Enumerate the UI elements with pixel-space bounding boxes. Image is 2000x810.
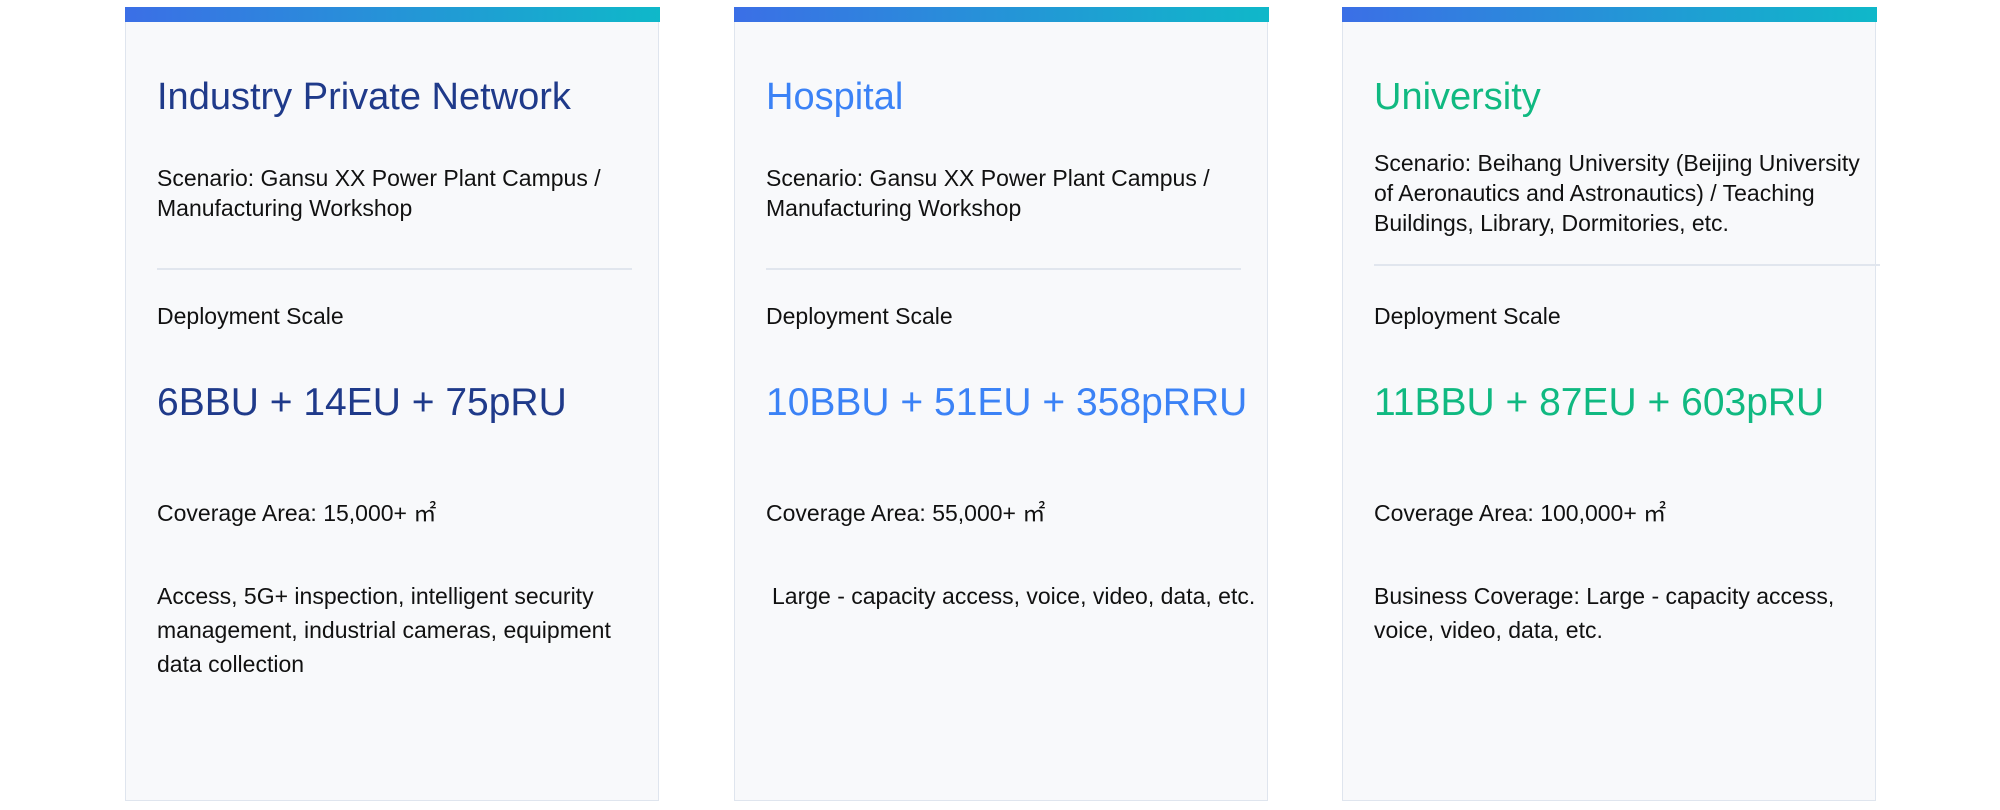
card-accent-bar [124,6,660,22]
coverage-area: Coverage Area: 15,000+ ㎡ [157,500,437,526]
deployment-scale-label: Deployment Scale [157,303,344,329]
services-description: Access, 5G+ inspection, intelligent secu… [157,583,611,677]
case-card-university: University Scenario: Beihang University … [1341,6,1880,801]
card-accent-bar [1341,6,1877,22]
deployment-scale-label: Deployment Scale [766,303,953,329]
case-card-hospital: Hospital Scenario: Gansu XX Power Plant … [733,6,1269,801]
card-scenario: Scenario: Gansu XX Power Plant Campus / … [157,165,601,221]
card-accent-bar [733,6,1269,22]
card-title: University [1374,76,1541,118]
card-scenario: Scenario: Beihang University (Beijing Un… [1374,150,1860,236]
coverage-area: Coverage Area: 100,000+ ㎡ [1374,500,1667,526]
case-card-industry-private-network: Industry Private Network Scenario: Gansu… [124,6,660,801]
deployment-scale-value: 10BBU + 51EU + 358pRRU [766,381,1248,424]
card-scenario: Scenario: Gansu XX Power Plant Campus / … [766,165,1210,221]
deployment-scale-value: 11BBU + 87EU + 603pRU [1374,381,1825,424]
deployment-scale-value: 6BBU + 14EU + 75pRU [157,381,567,424]
card-divider [766,268,1241,270]
services-description: Business Coverage: Large - capacity acce… [1374,583,1835,643]
card-divider [1374,264,1880,266]
deployment-scale-label: Deployment Scale [1374,303,1561,329]
coverage-area: Coverage Area: 55,000+ ㎡ [766,500,1046,526]
card-divider [157,268,632,270]
services-description: Large - capacity access, voice, video, d… [772,583,1256,609]
card-title: Hospital [766,76,904,118]
card-title: Industry Private Network [157,76,571,118]
